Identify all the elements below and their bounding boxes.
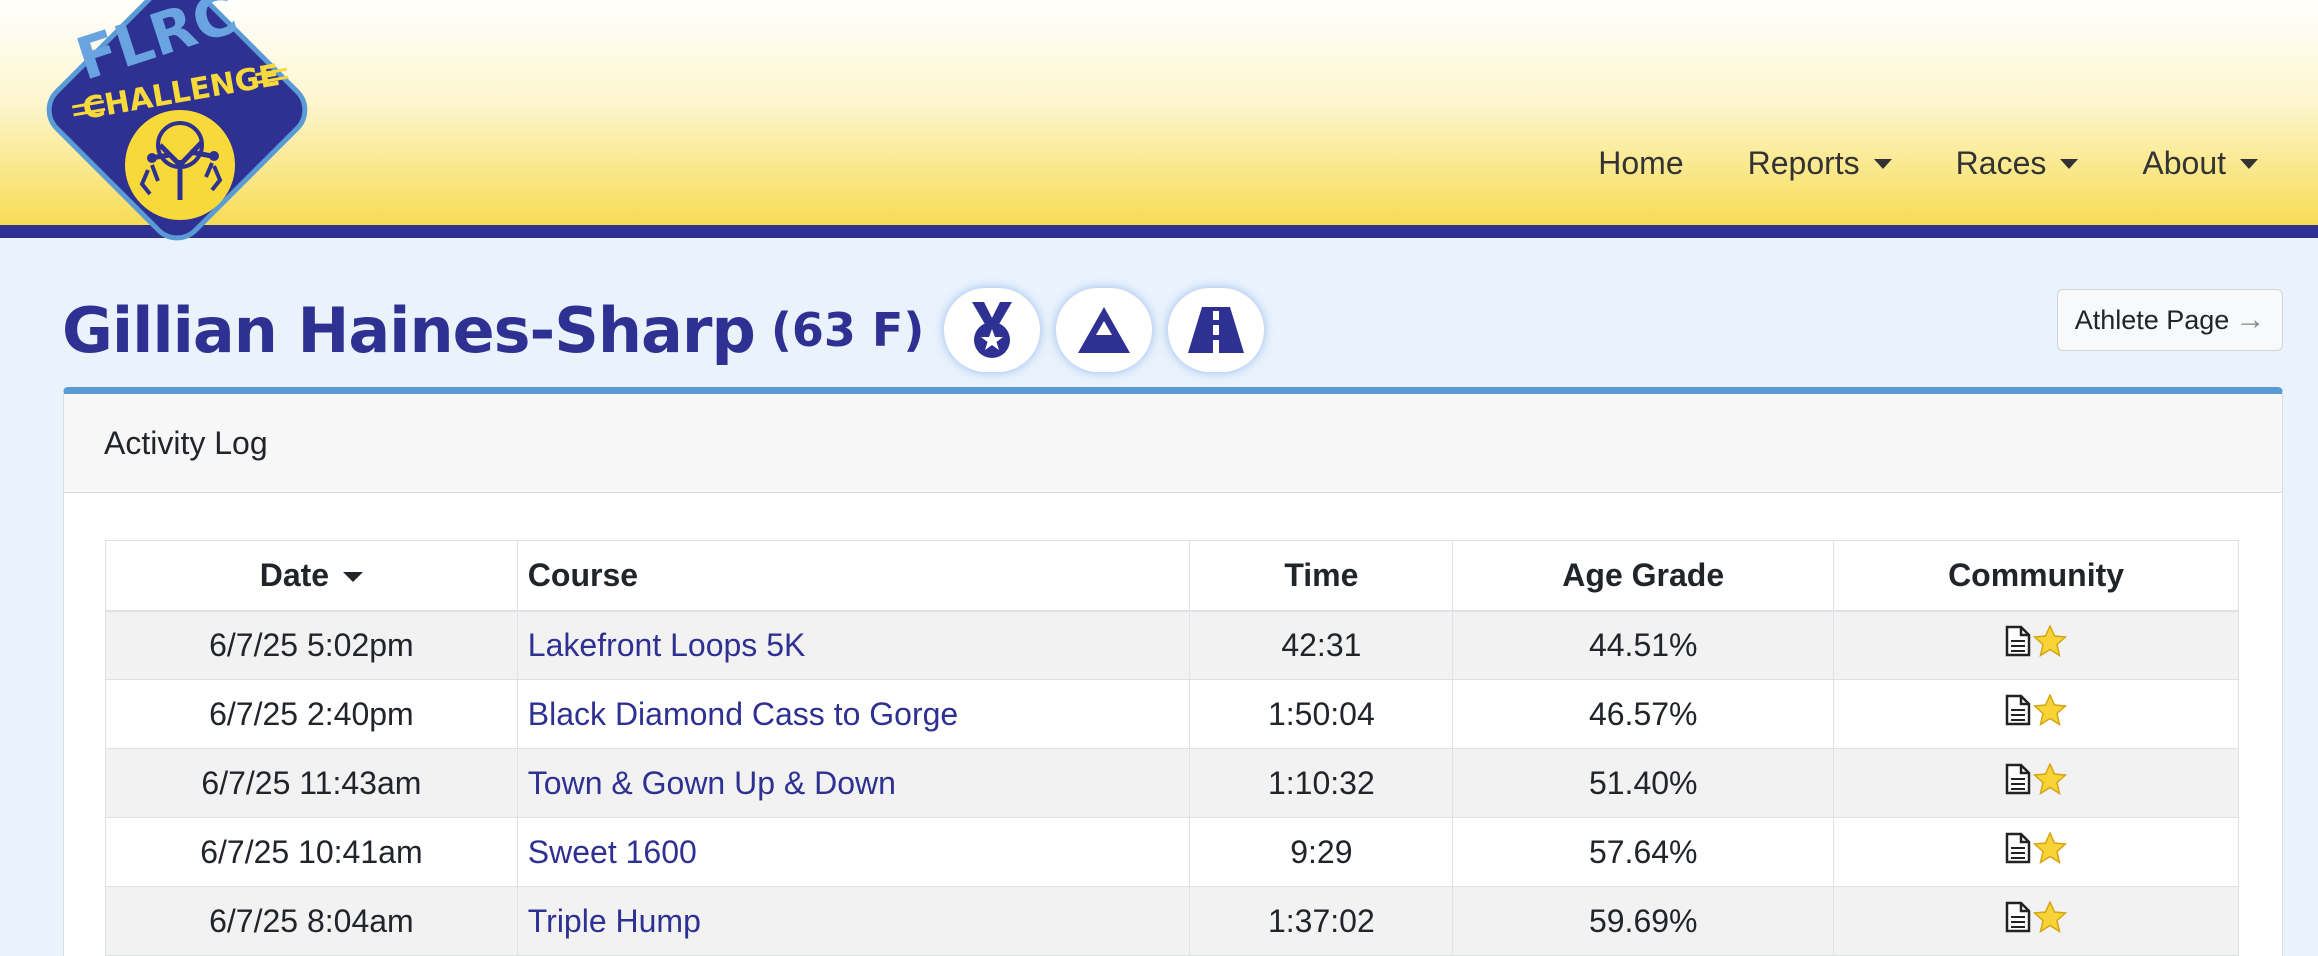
nav-about-label: About [2142,145,2226,181]
caret-down-icon [2240,158,2258,169]
cell-community [1833,610,2239,680]
column-header-age-grade[interactable]: Age Grade [1452,540,1835,612]
star-icon[interactable] [2033,625,2068,658]
nav-races-dropdown[interactable]: Races [1956,145,2079,182]
arrow-right-icon: → [2235,303,2266,336]
cell-time: 9:29 [1189,817,1454,887]
cell-course: Sweet 1600 [516,817,1191,887]
activity-log-table: Date Course Time Age Grade Community 6/7… [105,540,2239,956]
sort-desc-icon [343,572,364,583]
column-header-date[interactable]: Date [105,540,518,612]
mountain-badge-button[interactable] [1056,288,1153,372]
document-icon[interactable] [2005,901,2031,933]
cell-age-grade: 51.40% [1452,748,1835,818]
table-row: 6/7/25 11:43am Town & Gown Up & Down 1:1… [105,748,2239,818]
athlete-title-row: Gillian Haines-Sharp (63 F) [62,285,1280,375]
medal-badge-button[interactable] [944,288,1041,372]
course-link[interactable]: Sweet 1600 [528,834,697,870]
cell-course: Lakefront Loops 5K [516,610,1191,680]
cell-community [1833,886,2239,956]
mountain-icon [1078,307,1131,353]
activity-log-title: Activity Log [104,424,268,461]
column-header-time[interactable]: Time [1189,540,1454,612]
cell-age-grade: 46.57% [1452,679,1835,749]
date-header-label: Date [259,556,330,593]
star-icon[interactable] [2033,763,2068,795]
document-icon[interactable] [2005,763,2031,795]
nav-races-label: Races [1955,145,2047,181]
course-link[interactable]: Town & Gown Up & Down [528,765,896,801]
road-icon [1188,307,1245,353]
cell-age-grade: 59.69% [1452,886,1835,956]
cell-time: 1:10:32 [1189,748,1454,818]
header-divider [0,225,2318,238]
cell-course: Town & Gown Up & Down [516,748,1191,818]
main-nav: Home Reports Races About [1534,145,2258,182]
nav-home-label: Home [1598,145,1684,181]
road-badge-button[interactable] [1168,288,1265,372]
star-icon[interactable] [2033,901,2068,933]
athlete-name: Gillian Haines-Sharp [62,293,756,367]
star-icon[interactable] [2033,832,2068,864]
medal-icon [972,302,1013,358]
course-link[interactable]: Triple Hump [528,903,701,939]
column-header-course[interactable]: Course [516,540,1191,612]
activity-log-card: Activity Log Date Course Time Age Grade … [63,387,2283,956]
athlete-age-gender: (63 F) [770,303,925,357]
site-header [0,0,2318,225]
column-header-community[interactable]: Community [1833,540,2239,612]
cell-date: 6/7/25 2:40pm [105,679,518,749]
table-row: 6/7/25 10:41am Sweet 1600 9:29 57.64% [105,817,2239,887]
document-icon[interactable] [2005,694,2031,726]
cell-age-grade: 44.51% [1452,610,1835,680]
cell-course: Triple Hump [516,886,1191,956]
course-link[interactable]: Black Diamond Cass to Gorge [528,696,958,732]
card-header: Activity Log [64,394,2282,493]
document-icon[interactable] [2005,832,2031,864]
cell-community [1833,748,2239,818]
cell-date: 6/7/25 11:43am [105,748,518,818]
table-header-row: Date Course Time Age Grade Community [105,540,2239,612]
cell-date: 6/7/25 8:04am [105,886,518,956]
course-link[interactable]: Lakefront Loops 5K [528,627,806,663]
cell-community [1833,817,2239,887]
star-icon[interactable] [2033,694,2068,726]
table-row: 6/7/25 5:02pm Lakefront Loops 5K 42:31 4… [105,610,2239,680]
flrc-challenge-logo[interactable]: FLRC CHALLENGE [30,0,325,255]
cell-community [1833,679,2239,749]
caret-down-icon [1873,158,1892,169]
caret-down-icon [2060,158,2079,169]
cell-course: Black Diamond Cass to Gorge [516,679,1191,749]
athlete-page-label: Athlete Page [2074,304,2230,335]
document-icon[interactable] [2005,625,2031,657]
nav-home[interactable]: Home [1598,145,1683,182]
cell-date: 6/7/25 5:02pm [105,610,518,680]
athlete-badges [944,288,1280,372]
athlete-page-button[interactable]: Athlete Page → [2057,289,2283,351]
nav-reports-dropdown[interactable]: Reports [1748,145,1892,182]
table-row: 6/7/25 8:04am Triple Hump 1:37:02 59.69% [105,886,2239,956]
cell-time: 1:50:04 [1189,679,1454,749]
table-row: 6/7/25 2:40pm Black Diamond Cass to Gorg… [105,679,2239,749]
cell-age-grade: 57.64% [1452,817,1835,887]
cell-time: 1:37:02 [1189,886,1454,956]
cell-date: 6/7/25 10:41am [105,817,518,887]
cell-time: 42:31 [1189,610,1454,680]
nav-reports-label: Reports [1747,145,1860,181]
nav-about-dropdown[interactable]: About [2142,145,2258,182]
